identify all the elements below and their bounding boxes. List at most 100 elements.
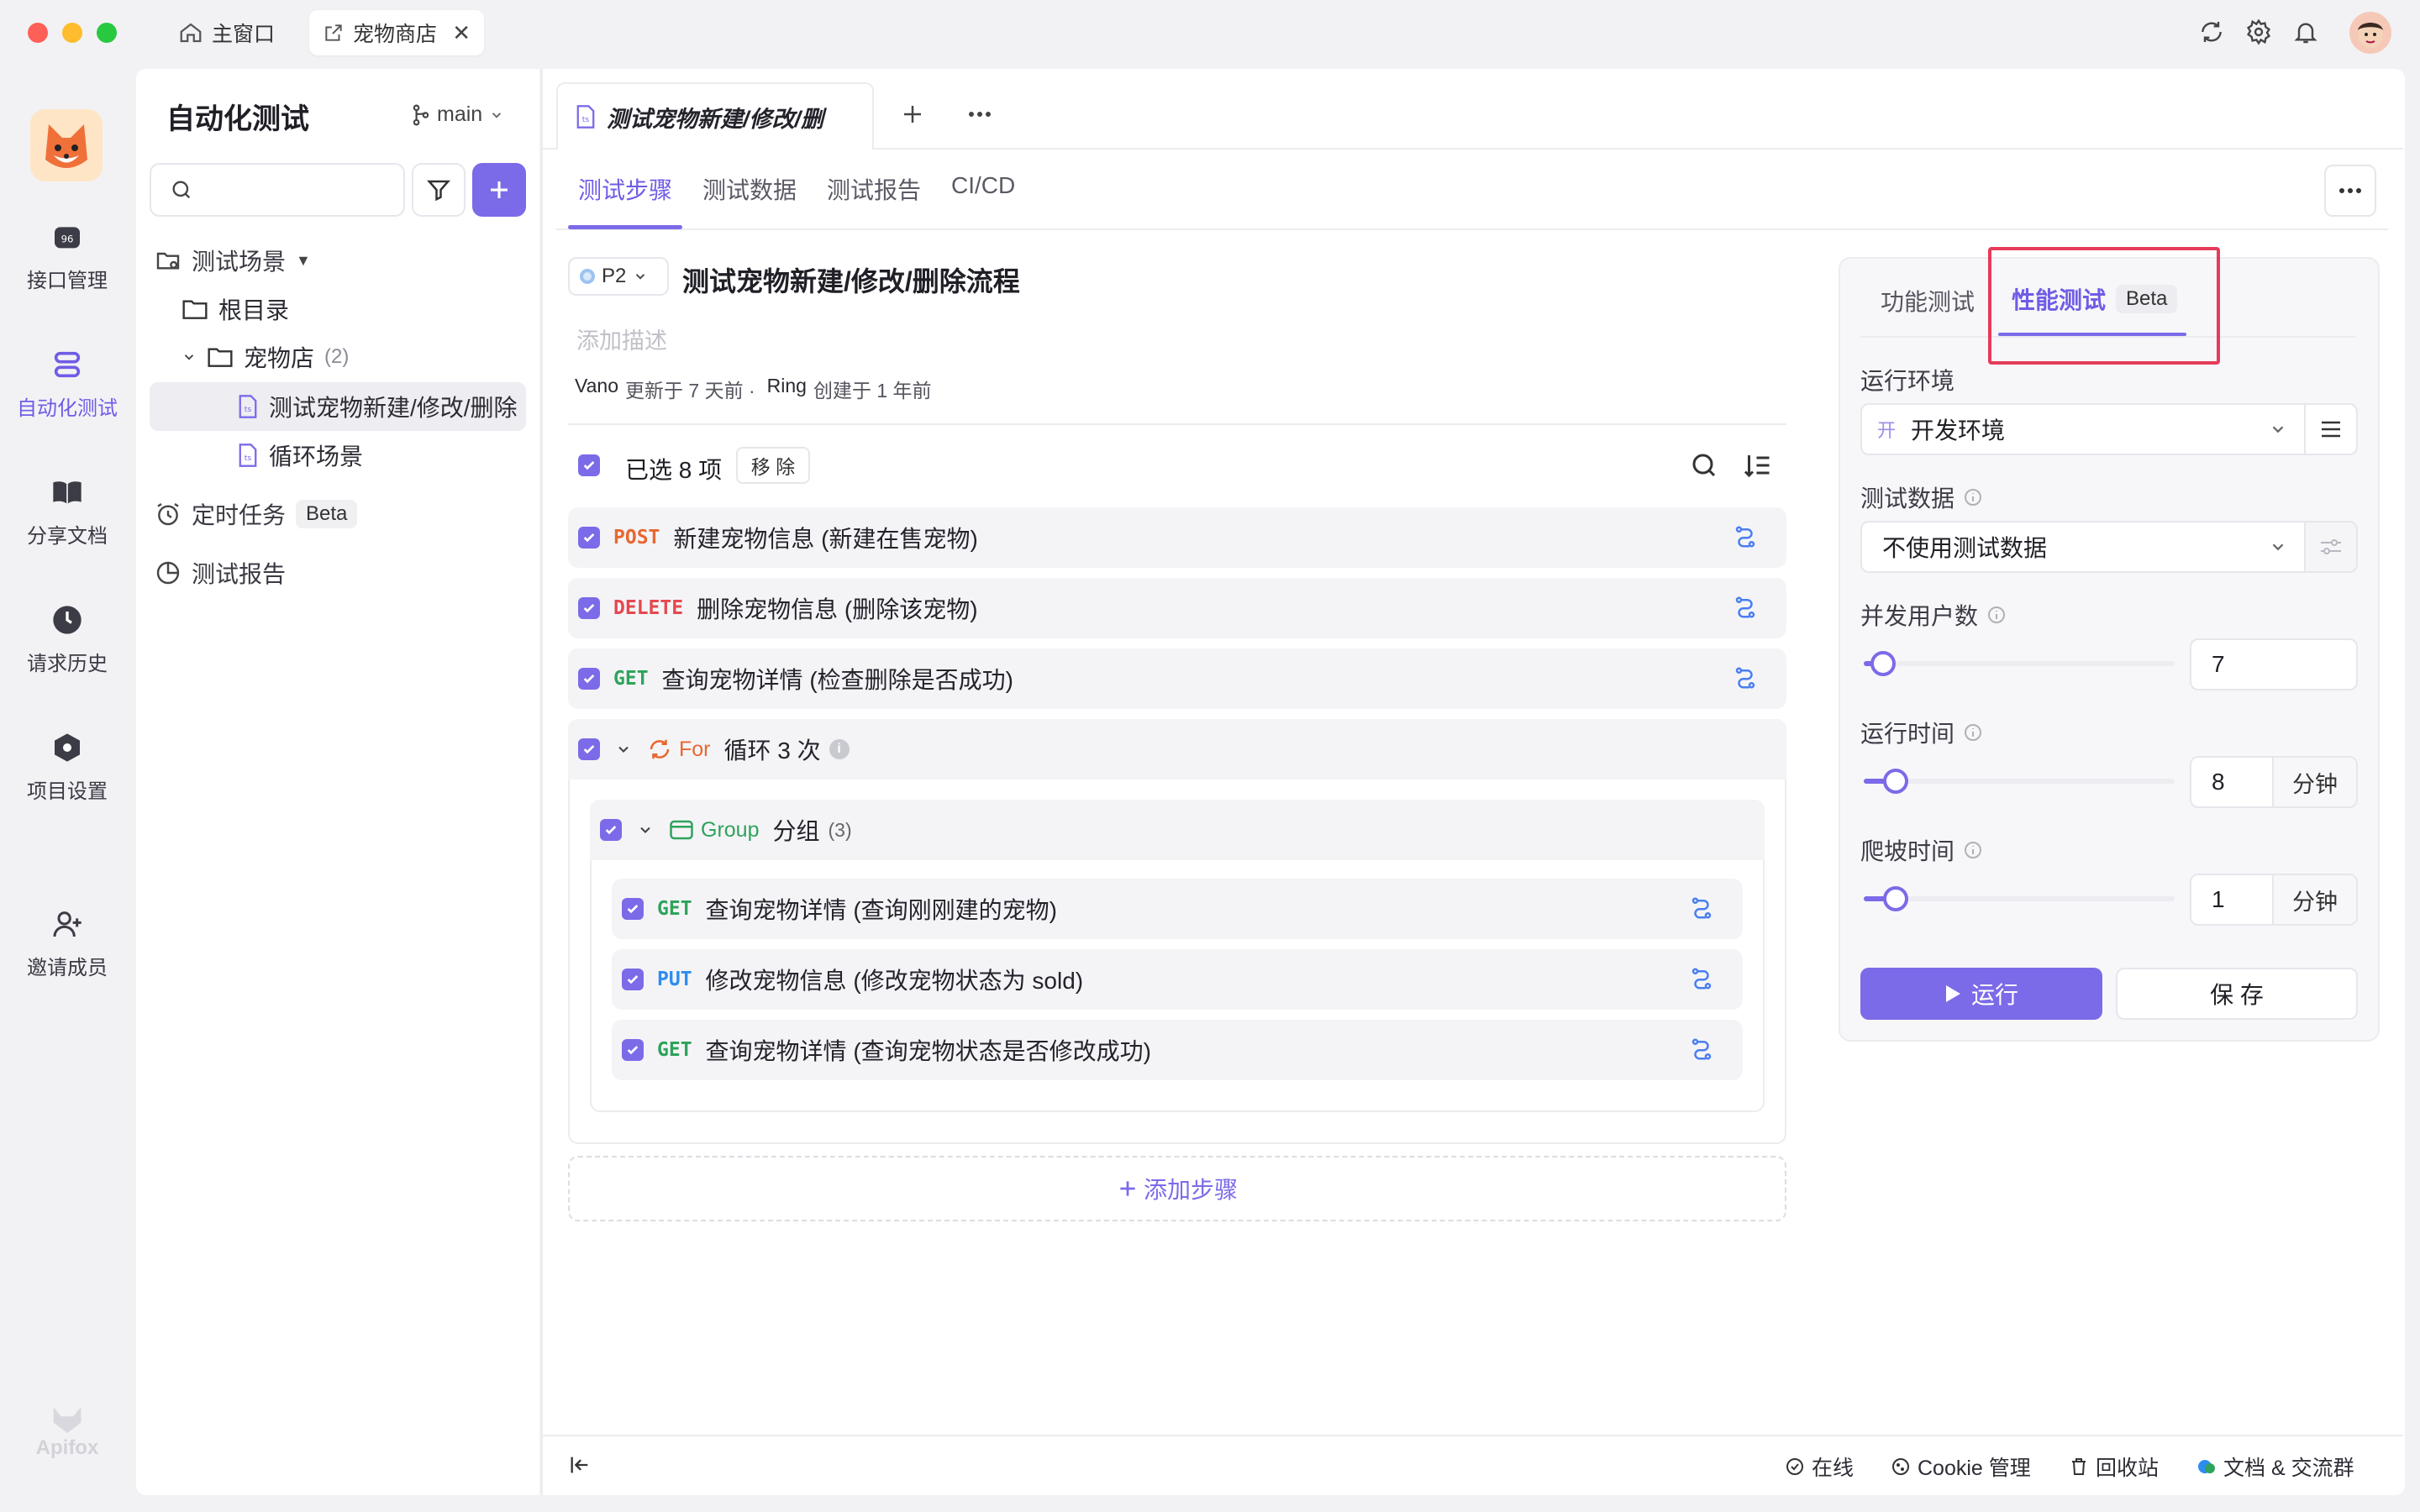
link-step-icon[interactable] (1689, 1037, 1714, 1062)
filter-button[interactable] (412, 163, 466, 217)
slider-handle[interactable] (1883, 769, 1908, 794)
select-all-checkbox[interactable] (578, 454, 600, 476)
rampup-slider[interactable] (1864, 886, 2175, 911)
env-selector[interactable]: 开 开发环境 (1860, 403, 2306, 455)
add-scene-button[interactable] (472, 163, 526, 217)
slider-handle[interactable] (1870, 651, 1896, 676)
duration-input[interactable]: 8 分钟 (2190, 756, 2358, 808)
chevron-down-icon[interactable] (615, 741, 632, 758)
env-manage-button[interactable] (2304, 403, 2358, 455)
link-step-icon[interactable] (1733, 524, 1758, 549)
group-step-row[interactable]: PUT 修改宠物信息 (修改宠物状态为 sold) (612, 949, 1743, 1010)
users-input[interactable]: 7 (2190, 638, 2358, 690)
tab-more-button[interactable] (963, 97, 997, 131)
window-tab-home[interactable]: 主窗口 (165, 10, 288, 55)
nav-invite-members[interactable]: 邀请成员 (0, 907, 134, 980)
settings-icon[interactable] (2242, 15, 2275, 49)
recycle-bin-button[interactable]: 回收站 (2069, 1452, 2159, 1482)
add-step-label: 添加步骤 (1143, 1177, 1238, 1203)
chevron-down-icon[interactable] (637, 822, 654, 838)
tree-scheduled-tasks[interactable]: 定时任务 Beta (155, 491, 358, 538)
link-step-icon[interactable] (1689, 966, 1714, 991)
editor-tab[interactable]: ts 测试宠物新建/修改/删 (556, 82, 874, 150)
tree-scene-item[interactable]: ts 循环场景 (237, 432, 363, 479)
group-step-row[interactable]: GET 查询宠物详情 (查询宠物状态是否修改成功) (612, 1020, 1743, 1080)
info-icon[interactable]: i (829, 739, 850, 759)
duration-slider[interactable] (1864, 769, 2175, 794)
step-checkbox[interactable] (622, 1039, 644, 1061)
nav-project-settings[interactable]: 项目设置 (0, 731, 134, 804)
tree-folder-petstore[interactable]: 宠物店 (2) (182, 333, 349, 381)
cookie-manager-button[interactable]: Cookie 管理 (1891, 1452, 2031, 1482)
nav-api-management[interactable]: 96 接口管理 (0, 220, 134, 293)
scenario-title[interactable]: 测试宠物新建/修改/删除流程 (682, 260, 1020, 299)
run-tab-functional[interactable]: 功能测试 (1881, 284, 1975, 318)
step-row[interactable]: POST 新建宠物信息 (新建在售宠物) (568, 507, 1786, 568)
search-field[interactable] (202, 178, 387, 202)
maximize-window-button[interactable] (97, 23, 117, 43)
add-step-button[interactable]: 添加步骤 (568, 1156, 1786, 1221)
link-step-icon[interactable] (1733, 595, 1758, 620)
description-placeholder[interactable]: 添加描述 (576, 323, 667, 355)
step-row[interactable]: DELETE 删除宠物信息 (删除该宠物) (568, 578, 1786, 638)
collapse-sidebar-button[interactable] (568, 1453, 592, 1477)
http-method: GET (613, 668, 649, 690)
cookie-icon (1891, 1457, 1911, 1477)
loop-checkbox[interactable] (578, 738, 600, 760)
notification-bell-icon[interactable] (2289, 15, 2323, 49)
group-header[interactable]: Group 分组 (3) (590, 800, 1765, 860)
info-circle-icon[interactable] (1986, 605, 2007, 625)
tab-test-data[interactable]: 测试数据 (702, 172, 797, 206)
minimize-window-button[interactable] (62, 23, 82, 43)
nav-request-history[interactable]: 请求历史 (0, 603, 134, 676)
nav-shared-docs[interactable]: 分享文档 (0, 475, 134, 549)
save-button[interactable]: 保 存 (2116, 968, 2358, 1020)
user-avatar[interactable] (2349, 12, 2391, 54)
priority-selector[interactable]: P2 (568, 257, 669, 296)
users-slider[interactable] (1864, 651, 2175, 676)
step-checkbox[interactable] (578, 527, 600, 549)
online-status[interactable]: 在线 (1785, 1452, 1854, 1482)
tab-test-steps[interactable]: 测试步骤 (578, 172, 672, 206)
tab-test-reports[interactable]: 测试报告 (827, 172, 921, 206)
step-checkbox[interactable] (578, 597, 600, 619)
tab-ci-cd[interactable]: CI/CD (951, 172, 1015, 199)
info-circle-icon[interactable] (1963, 840, 1983, 860)
tree-test-reports[interactable]: 测试报告 (155, 549, 286, 596)
test-data-selector[interactable]: 不使用测试数据 (1860, 521, 2306, 573)
step-checkbox[interactable] (622, 898, 644, 920)
info-circle-icon[interactable] (1963, 722, 1983, 743)
group-checkbox[interactable] (600, 819, 622, 841)
search-icon (1689, 450, 1719, 480)
close-tab-icon[interactable]: ✕ (452, 20, 471, 46)
step-row[interactable]: GET 查询宠物详情 (检查删除是否成功) (568, 648, 1786, 709)
tree-scene-item[interactable]: ts 测试宠物新建/修改/删除 (237, 383, 518, 430)
slider-handle[interactable] (1883, 886, 1908, 911)
sync-icon[interactable] (2195, 15, 2228, 49)
run-button[interactable]: 运行 (1860, 968, 2102, 1020)
step-checkbox[interactable] (622, 969, 644, 990)
sort-steps-button[interactable] (1743, 450, 1773, 480)
nav-automated-testing[interactable]: 自动化测试 (0, 348, 134, 421)
external-link-icon (323, 22, 345, 44)
link-step-icon[interactable] (1733, 665, 1758, 690)
sidebar-search-input[interactable] (150, 163, 405, 217)
search-steps-button[interactable] (1689, 450, 1719, 480)
tree-scenes-header[interactable]: 测试场景 ▼ (155, 237, 311, 284)
info-circle-icon[interactable] (1963, 487, 1983, 507)
rampup-input[interactable]: 1 分钟 (2190, 874, 2358, 926)
step-checkbox[interactable] (578, 668, 600, 690)
link-step-icon[interactable] (1689, 895, 1714, 921)
new-tab-button[interactable] (896, 97, 929, 131)
more-options-button[interactable] (2324, 165, 2376, 217)
loop-header[interactable]: For 循环 3 次 i (568, 719, 1786, 780)
remove-button[interactable]: 移 除 (736, 447, 810, 484)
test-data-settings-button[interactable] (2304, 521, 2358, 573)
http-method: GET (657, 898, 692, 920)
close-window-button[interactable] (28, 23, 48, 43)
tree-root-folder[interactable]: 根目录 (182, 286, 289, 333)
branch-selector[interactable]: main (412, 102, 504, 127)
window-tab-petstore[interactable]: 宠物商店 ✕ (309, 10, 484, 55)
group-step-row[interactable]: GET 查询宠物详情 (查询刚刚建的宠物) (612, 879, 1743, 939)
docs-community-button[interactable]: 文档 & 交流群 (2196, 1452, 2354, 1482)
